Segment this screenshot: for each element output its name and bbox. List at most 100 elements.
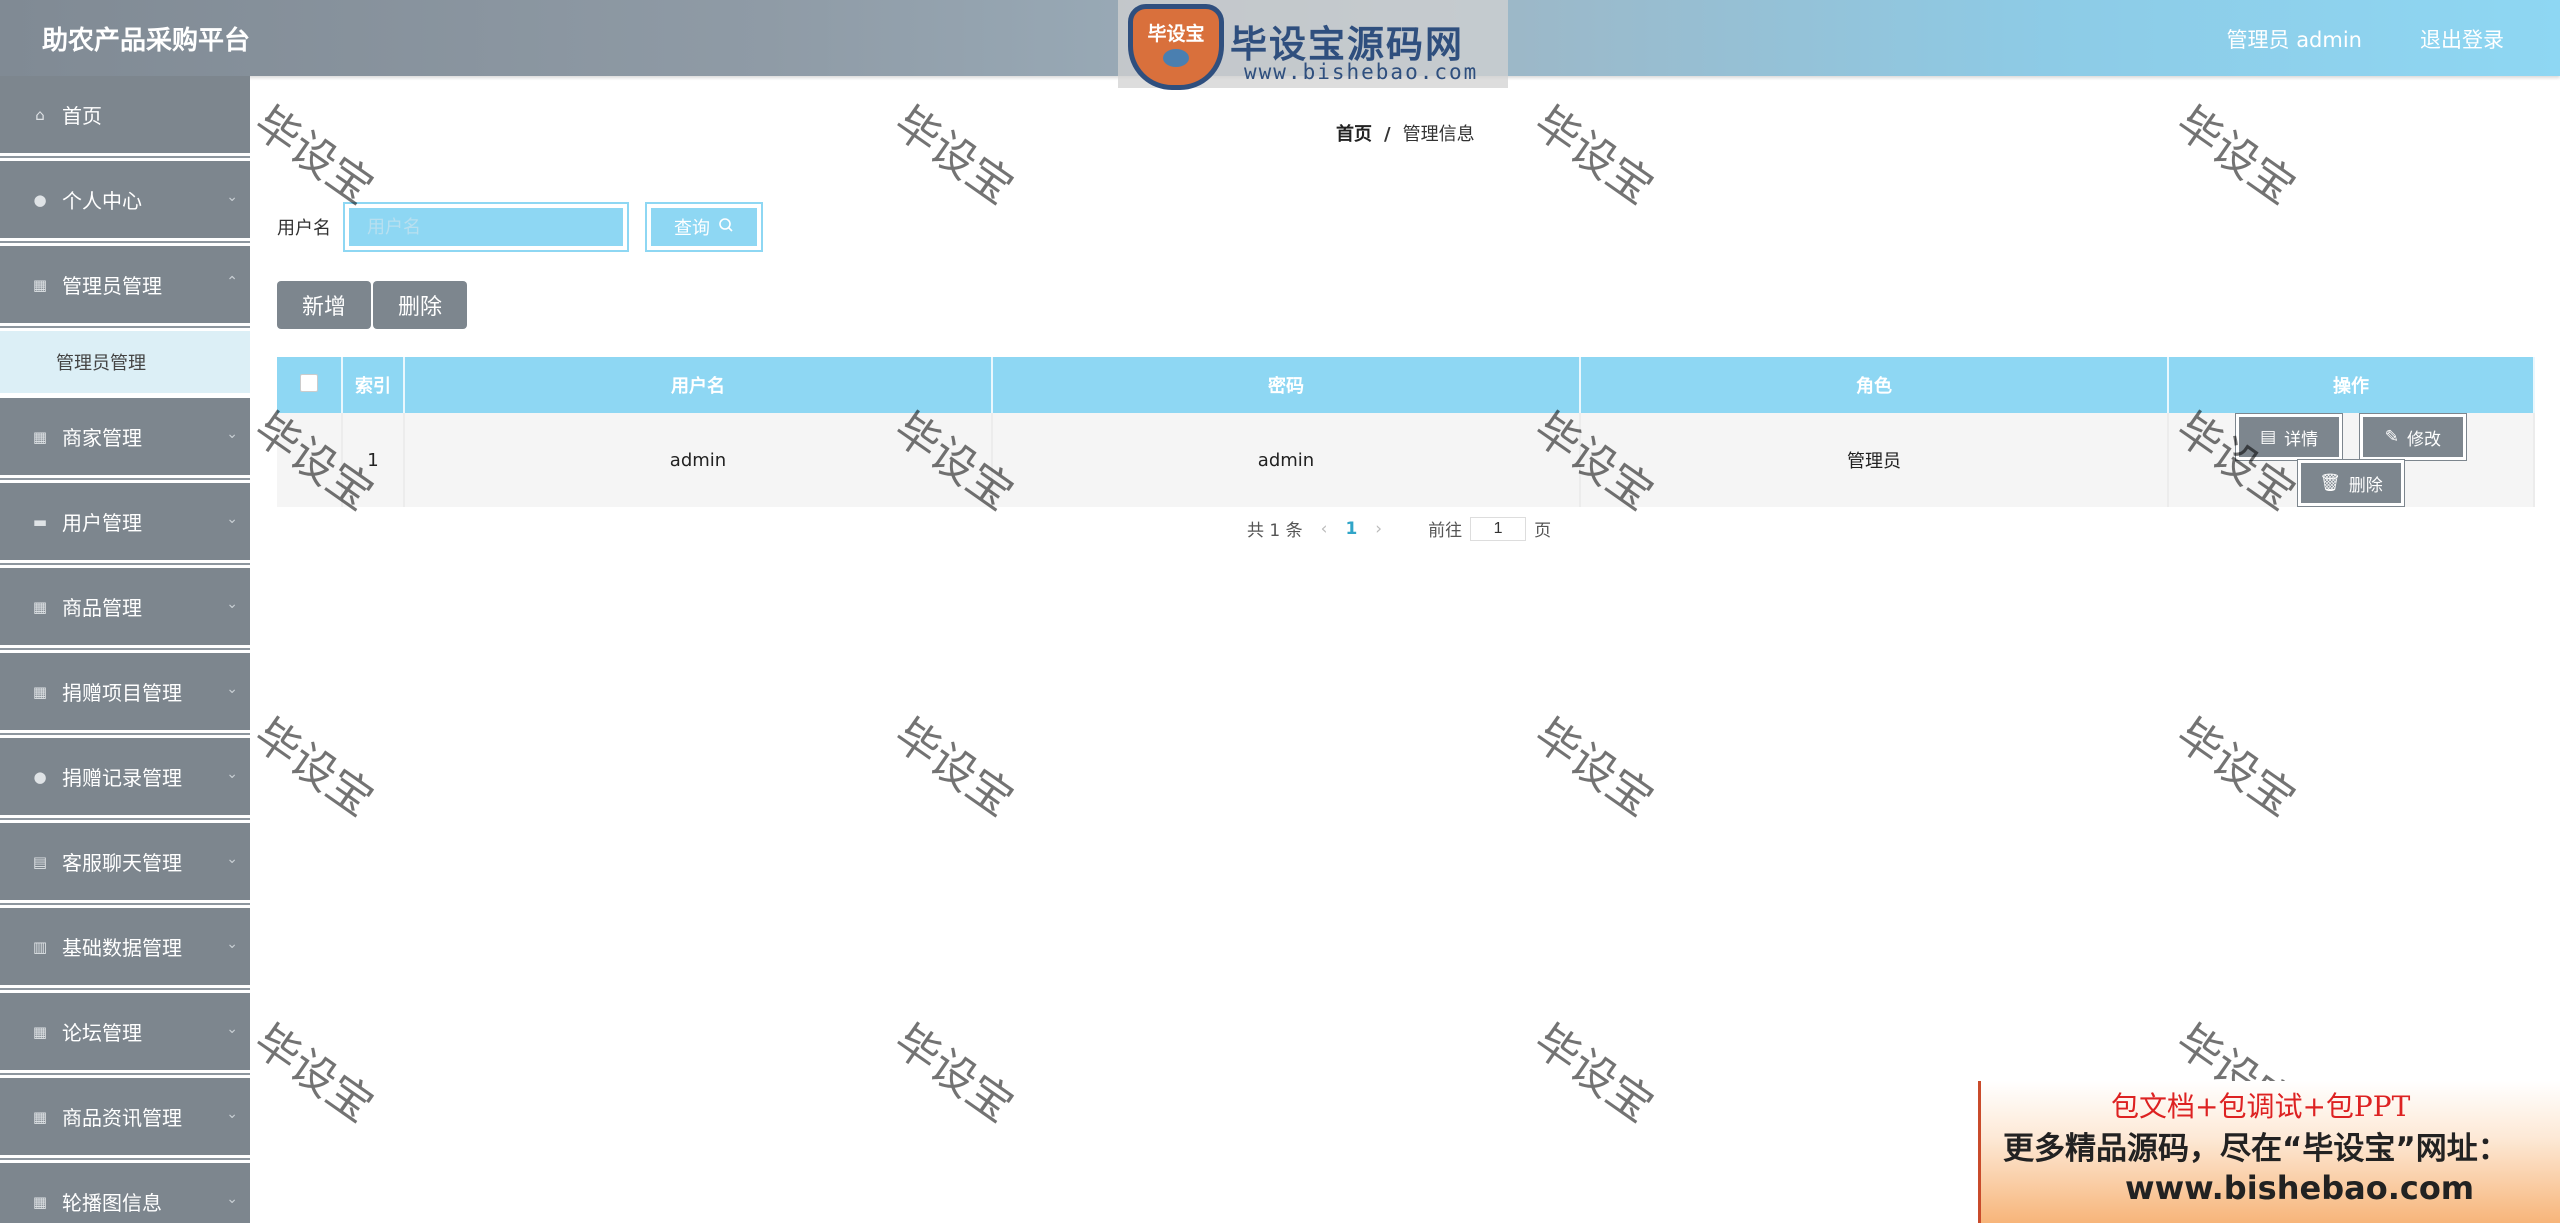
admin-table: 索引 用户名 密码 角色 操作 1 admin admin 管理员 ▤ 详情 ✎…: [277, 357, 2535, 507]
watermark-text: 毕设宝: [884, 1014, 1023, 1133]
sidebar-item-label: 轮播图信息: [62, 1191, 162, 1215]
column-header-operations: 操作: [2168, 357, 2535, 413]
sidebar-item-admin-management[interactable]: ▦ 管理员管理 ⌃: [0, 246, 250, 326]
sidebar-item-label: 基础数据管理: [62, 936, 182, 960]
user-icon: ●: [33, 190, 47, 209]
watermark-text: 毕设宝: [1524, 96, 1663, 215]
goto-suffix: 页: [1534, 521, 1552, 541]
column-header-username: 用户名: [404, 357, 993, 413]
goto-page-input[interactable]: [1470, 516, 1527, 541]
delete-button[interactable]: 🗑 删除: [2297, 459, 2405, 507]
sidebar-item-label: 商品资讯管理: [62, 1106, 182, 1130]
promo-url: www.bishebao.com: [2125, 1169, 2475, 1207]
sidebar-item-donation-record[interactable]: ● 捐赠记录管理 ⌄: [0, 738, 250, 818]
promo-line-2: 更多精品源码，尽在“毕设宝”网址：: [2003, 1131, 2509, 1167]
query-button[interactable]: 查询: [645, 202, 763, 252]
sidebar-item-merchant-management[interactable]: ▦ 商家管理 ⌄: [0, 398, 250, 478]
add-button[interactable]: 新增: [277, 281, 371, 329]
home-icon: ⌂: [35, 105, 45, 124]
search-label: 用户名: [277, 218, 331, 239]
pagination-total: 共 1 条: [1247, 521, 1303, 541]
chevron-down-icon: ⌄: [226, 1106, 238, 1122]
sidebar-menu: ⌂ 首页 ● 个人中心 ⌄ ▦ 管理员管理 ⌃ 管理员管理 ▦ 商家管理 ⌄ ▬…: [0, 76, 250, 1223]
grid-icon: ▦: [32, 1107, 48, 1126]
sidebar-item-customer-chat[interactable]: ▤ 客服聊天管理 ⌄: [0, 823, 250, 903]
sidebar-item-home[interactable]: ⌂ 首页: [0, 76, 250, 156]
edit-button[interactable]: ✎ 修改: [2358, 413, 2467, 461]
sidebar-item-label: 商品管理: [62, 596, 142, 620]
watermark-text: 毕设宝: [244, 708, 383, 827]
sidebar-item-personal-center[interactable]: ● 个人中心 ⌄: [0, 161, 250, 241]
delete-button-label: 删除: [2348, 475, 2383, 496]
sidebar-item-product-management[interactable]: ▦ 商品管理 ⌄: [0, 568, 250, 648]
table-header-row: 索引 用户名 密码 角色 操作: [277, 357, 2535, 413]
select-all-checkbox[interactable]: [300, 373, 318, 392]
chat-icon: ▤: [32, 852, 48, 871]
batch-delete-button[interactable]: 删除: [373, 281, 467, 329]
sidebar-item-label: 管理员管理: [62, 274, 162, 298]
breadcrumb: 首页 / 管理信息: [1336, 120, 1475, 146]
submenu-item-admin-management[interactable]: 管理员管理: [0, 331, 250, 393]
query-button-label: 查询: [674, 218, 710, 239]
logo-eye-shape: [1163, 49, 1189, 67]
sidebar-item-basic-data[interactable]: ▥ 基础数据管理 ⌄: [0, 908, 250, 988]
sidebar-item-label: 首页: [62, 104, 102, 128]
grid-icon: ▦: [32, 597, 48, 616]
row-select-cell[interactable]: [277, 413, 343, 507]
breadcrumb-current: 管理信息: [1402, 124, 1475, 145]
username-search-input[interactable]: [343, 202, 629, 252]
breadcrumb-home[interactable]: 首页: [1336, 124, 1372, 145]
pagination: 共 1 条 ‹ 1 › 前往 页: [1247, 516, 1551, 541]
logo-badge-text: 毕设宝: [1147, 23, 1205, 45]
sidebar-item-label: 个人中心: [62, 189, 142, 213]
edit-icon: ✎: [2384, 427, 2399, 447]
trash-icon: 🗑: [2319, 473, 2341, 493]
pagination-goto: 前往 页: [1428, 516, 1551, 541]
promo-line-1: 包文档+包调试+包PPT: [2111, 1090, 2411, 1123]
watermark-text: 毕设宝: [1524, 1014, 1663, 1133]
watermark-text: 毕设宝: [244, 1014, 383, 1133]
row-role: 管理员: [1580, 413, 2169, 507]
sidebar-item-label: 客服聊天管理: [62, 851, 182, 875]
promo-banner: 包文档+包调试+包PPT 更多精品源码，尽在“毕设宝”网址： www.bishe…: [1978, 1081, 2560, 1223]
logout-link[interactable]: 退出登录: [2420, 24, 2504, 54]
grid-icon: ▦: [32, 427, 48, 446]
grid-icon: ▦: [32, 1192, 48, 1211]
watermark-text: 毕设宝: [884, 708, 1023, 827]
watermark-text: 毕设宝: [1524, 708, 1663, 827]
grid-icon: ▦: [32, 275, 48, 294]
watermark-text: 毕设宝: [244, 96, 383, 215]
action-buttons: 新增 删除: [277, 281, 469, 329]
detail-button[interactable]: ▤ 详情: [2235, 413, 2344, 461]
table-row: 1 admin admin 管理员 ▤ 详情 ✎ 修改 🗑 删除: [277, 413, 2535, 507]
current-user-label[interactable]: 管理员 admin: [2227, 24, 2362, 54]
goto-prefix: 前往: [1428, 521, 1463, 541]
row-username: admin: [404, 413, 993, 507]
row-operations: ▤ 详情 ✎ 修改 🗑 删除: [2168, 413, 2535, 507]
edit-button-label: 修改: [2406, 429, 2441, 450]
sidebar-item-label: 捐赠项目管理: [62, 681, 182, 705]
sidebar-item-forum[interactable]: ▦ 论坛管理 ⌄: [0, 993, 250, 1073]
chevron-down-icon: ⌄: [226, 681, 238, 697]
grid-icon: ▦: [32, 682, 48, 701]
sidebar-item-carousel[interactable]: ▦ 轮播图信息 ⌄: [0, 1163, 250, 1223]
sidebar-item-donation-project[interactable]: ▦ 捐赠项目管理 ⌄: [0, 653, 250, 733]
row-index: 1: [342, 413, 405, 507]
column-header-index: 索引: [342, 357, 405, 413]
next-page-icon[interactable]: ›: [1375, 519, 1382, 539]
detail-button-label: 详情: [2284, 429, 2319, 450]
prev-page-icon[interactable]: ‹: [1321, 519, 1328, 539]
chevron-down-icon: ⌄: [226, 1021, 238, 1037]
sidebar-item-label: 论坛管理: [62, 1021, 142, 1045]
sidebar-item-user-management[interactable]: ▬ 用户管理 ⌄: [0, 483, 250, 563]
chart-icon: ▥: [32, 937, 48, 956]
watermark-text: 毕设宝: [2166, 96, 2305, 215]
pagination-page-current[interactable]: 1: [1345, 519, 1357, 539]
select-all-header[interactable]: [277, 357, 343, 413]
chevron-down-icon: ⌄: [226, 936, 238, 952]
sidebar-item-product-news[interactable]: ▦ 商品资讯管理 ⌄: [0, 1078, 250, 1158]
chevron-down-icon: ⌄: [226, 766, 238, 782]
column-header-role: 角色: [1580, 357, 2169, 413]
row-password: admin: [992, 413, 1581, 507]
search-icon: [718, 217, 734, 238]
